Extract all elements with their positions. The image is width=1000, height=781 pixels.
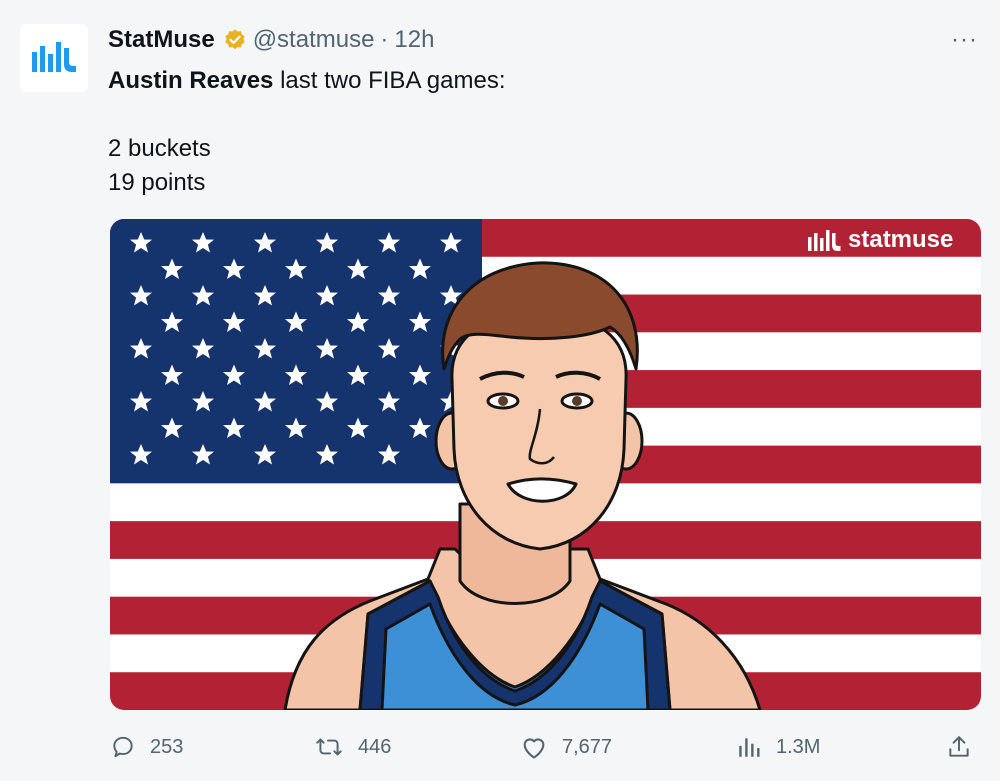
like-count: 7,677 bbox=[562, 735, 613, 758]
tweet-headline: Austin Reaves last two FIBA games: bbox=[108, 64, 506, 98]
tweet-media-image[interactable]: statmuse bbox=[110, 219, 981, 710]
share-button[interactable] bbox=[946, 734, 986, 760]
views-count: 1.3M bbox=[776, 735, 821, 758]
views-button[interactable]: 1.3M bbox=[736, 734, 820, 760]
tweet-text: Austin Reaves last two FIBA games: 2 buc… bbox=[108, 64, 506, 200]
stat-line-points: 19 points bbox=[108, 169, 206, 196]
statmuse-logo-icon bbox=[32, 42, 76, 72]
account-avatar[interactable] bbox=[20, 24, 88, 92]
reply-count: 253 bbox=[150, 735, 184, 758]
player-name: Austin Reaves bbox=[108, 67, 274, 94]
reply-icon bbox=[113, 736, 133, 758]
views-chart-icon bbox=[739, 738, 760, 757]
stat-line-buckets: 2 buckets bbox=[108, 135, 211, 162]
repost-count: 446 bbox=[358, 735, 392, 758]
headline-rest: last two FIBA games: bbox=[273, 67, 506, 94]
flag-illustration: statmuse bbox=[110, 219, 981, 710]
repost-button[interactable]: 446 bbox=[314, 734, 391, 760]
repost-icon bbox=[316, 738, 342, 756]
reply-button[interactable]: 253 bbox=[110, 734, 183, 760]
separator: · bbox=[380, 26, 389, 53]
display-name[interactable]: StatMuse bbox=[108, 26, 215, 54]
tweet-actions: 253 446 7,677 1.3M bbox=[0, 728, 1000, 768]
handle[interactable]: @statmuse bbox=[253, 26, 375, 54]
tweet-header: StatMuse @statmuse · 12h bbox=[108, 26, 434, 54]
verified-badge-icon bbox=[223, 28, 247, 52]
timestamp[interactable]: 12h bbox=[394, 26, 434, 54]
heart-icon bbox=[523, 738, 545, 759]
watermark-text: statmuse bbox=[848, 226, 953, 253]
share-icon bbox=[949, 736, 969, 757]
more-options-icon[interactable]: ··· bbox=[951, 26, 978, 54]
like-button[interactable]: 7,677 bbox=[520, 734, 612, 760]
